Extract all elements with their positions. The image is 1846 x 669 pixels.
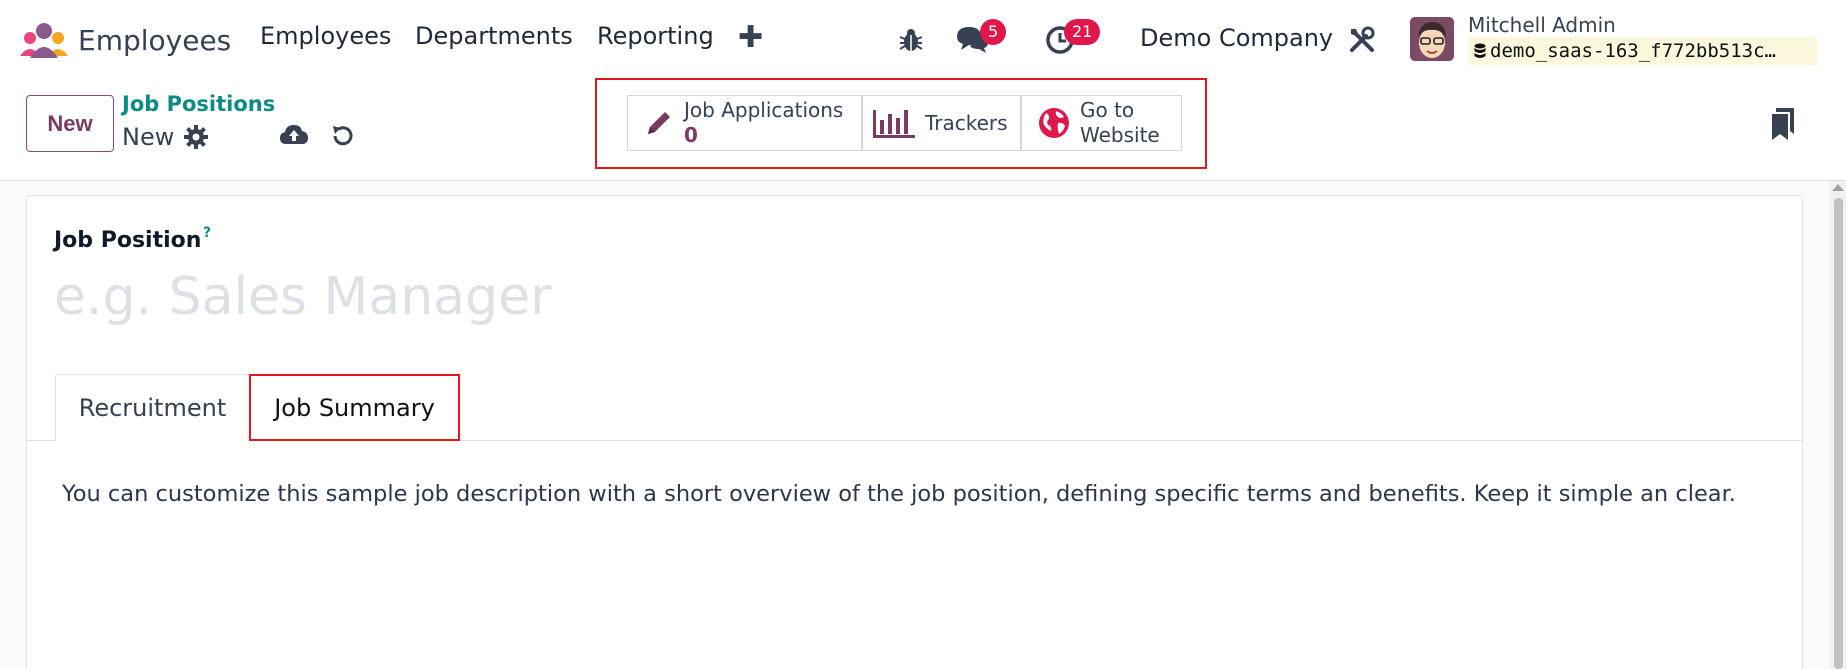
- menu-employees[interactable]: Employees: [260, 22, 391, 50]
- app-name: Employees: [78, 23, 232, 57]
- tab-recruitment[interactable]: Recruitment: [55, 374, 250, 441]
- job-applications-count: 0: [684, 123, 698, 147]
- scroll-up-arrow[interactable]: [1832, 184, 1844, 191]
- messages-badge: 5: [980, 19, 1007, 45]
- database-label: demo_saas-163_f772bb513c…: [1490, 40, 1776, 62]
- tools-icon[interactable]: [1348, 22, 1376, 58]
- bug-icon[interactable]: [898, 22, 924, 58]
- undo-icon[interactable]: [330, 124, 354, 152]
- user-name[interactable]: Mitchell Admin: [1468, 13, 1616, 37]
- gear-icon[interactable]: [184, 125, 208, 153]
- pencil-icon: [644, 108, 674, 138]
- tab-job-summary[interactable]: Job Summary: [249, 374, 460, 441]
- database-icon: [1474, 43, 1486, 59]
- company-switcher[interactable]: Demo Company: [1140, 24, 1333, 52]
- top-navbar: Employees Employees Departments Reportin…: [0, 0, 1846, 80]
- go-to-website-button[interactable]: Go to Website: [1021, 95, 1182, 151]
- job-position-label: Job Position: [54, 228, 202, 253]
- bookmark-icon[interactable]: [1770, 108, 1796, 144]
- database-name: demo_saas-163_f772bb513c…: [1468, 37, 1818, 65]
- menu-departments[interactable]: Departments: [415, 22, 573, 50]
- website-label-line1: Go to: [1080, 98, 1135, 122]
- plus-icon[interactable]: ✚: [738, 20, 763, 55]
- job-description-text[interactable]: You can customize this sample job descri…: [62, 481, 1736, 507]
- new-button[interactable]: New: [26, 95, 114, 152]
- app-logo-icon: [20, 22, 68, 58]
- job-applications-button[interactable]: Job Applications 0: [627, 95, 862, 151]
- menu-reporting[interactable]: Reporting: [597, 22, 714, 50]
- app-home[interactable]: Employees: [20, 18, 231, 62]
- bar-chart-icon: [873, 108, 915, 138]
- job-position-input[interactable]: [54, 262, 954, 332]
- breadcrumb-job-positions[interactable]: Job Positions: [122, 92, 275, 116]
- website-label-line2: Website: [1080, 123, 1160, 147]
- globe-icon: [1038, 107, 1070, 139]
- activities-badge: 21: [1064, 19, 1101, 45]
- breadcrumb-current: New: [122, 123, 175, 151]
- job-applications-label: Job Applications: [684, 98, 844, 122]
- trackers-label: Trackers: [925, 111, 1008, 135]
- scrollbar-thumb[interactable]: [1834, 198, 1843, 669]
- cloud-upload-icon[interactable]: [280, 124, 308, 150]
- avatar[interactable]: [1410, 17, 1454, 61]
- help-tooltip-icon[interactable]: ?: [203, 225, 211, 241]
- trackers-button[interactable]: Trackers: [862, 95, 1021, 151]
